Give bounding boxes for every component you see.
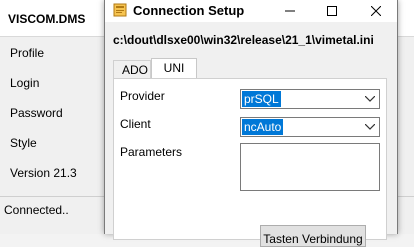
menu-item-style[interactable]: Style — [10, 136, 37, 150]
dialog-title-bar[interactable]: Connection Setup — [105, 0, 397, 22]
ini-path: c:\dout\dlsxe00\win32\release\21_1\vimet… — [113, 33, 374, 47]
menu-item-profile[interactable]: Profile — [10, 46, 44, 60]
provider-select[interactable]: prSQL — [240, 89, 380, 109]
menu-item-version: Version 21.3 — [10, 166, 77, 180]
close-icon — [371, 6, 381, 16]
provider-label: Provider — [120, 89, 165, 103]
status-text: Connected.. — [4, 203, 69, 217]
bottom-button[interactable]: Tasten Verbindung — [260, 225, 366, 247]
tab-ado[interactable]: ADO — [113, 60, 151, 79]
close-button[interactable] — [355, 0, 397, 22]
menu-item-password[interactable]: Password — [10, 106, 63, 120]
maximize-icon — [327, 6, 337, 16]
uni-tab-panel: Provider prSQL Client ncAuto Parameters … — [113, 78, 387, 247]
client-select[interactable]: ncAuto — [240, 117, 380, 137]
client-label: Client — [120, 117, 151, 131]
menu-item-login[interactable]: Login — [10, 76, 39, 90]
maximize-button[interactable] — [311, 0, 353, 22]
minimize-icon — [285, 10, 295, 12]
background-menu: Profile Login Password Style Version 21.… — [0, 36, 100, 196]
provider-value: prSQL — [242, 91, 281, 107]
dialog-title: Connection Setup — [133, 3, 245, 18]
client-value: ncAuto — [242, 119, 284, 135]
tab-uni[interactable]: UNI — [151, 58, 197, 79]
connection-setup-dialog: Connection Setup c:\dout\dlsxe00\win32\r… — [104, 0, 398, 247]
chevron-down-icon[interactable] — [363, 119, 377, 135]
minimize-button[interactable] — [269, 0, 311, 22]
bottom-button-label: Tasten Verbindung — [263, 232, 363, 246]
chevron-down-icon[interactable] — [363, 91, 377, 107]
background-app-title: VISCOM.DMS — [8, 12, 86, 26]
app-icon — [113, 3, 127, 17]
parameters-label: Parameters — [120, 145, 183, 159]
parameters-textarea[interactable] — [240, 143, 380, 191]
